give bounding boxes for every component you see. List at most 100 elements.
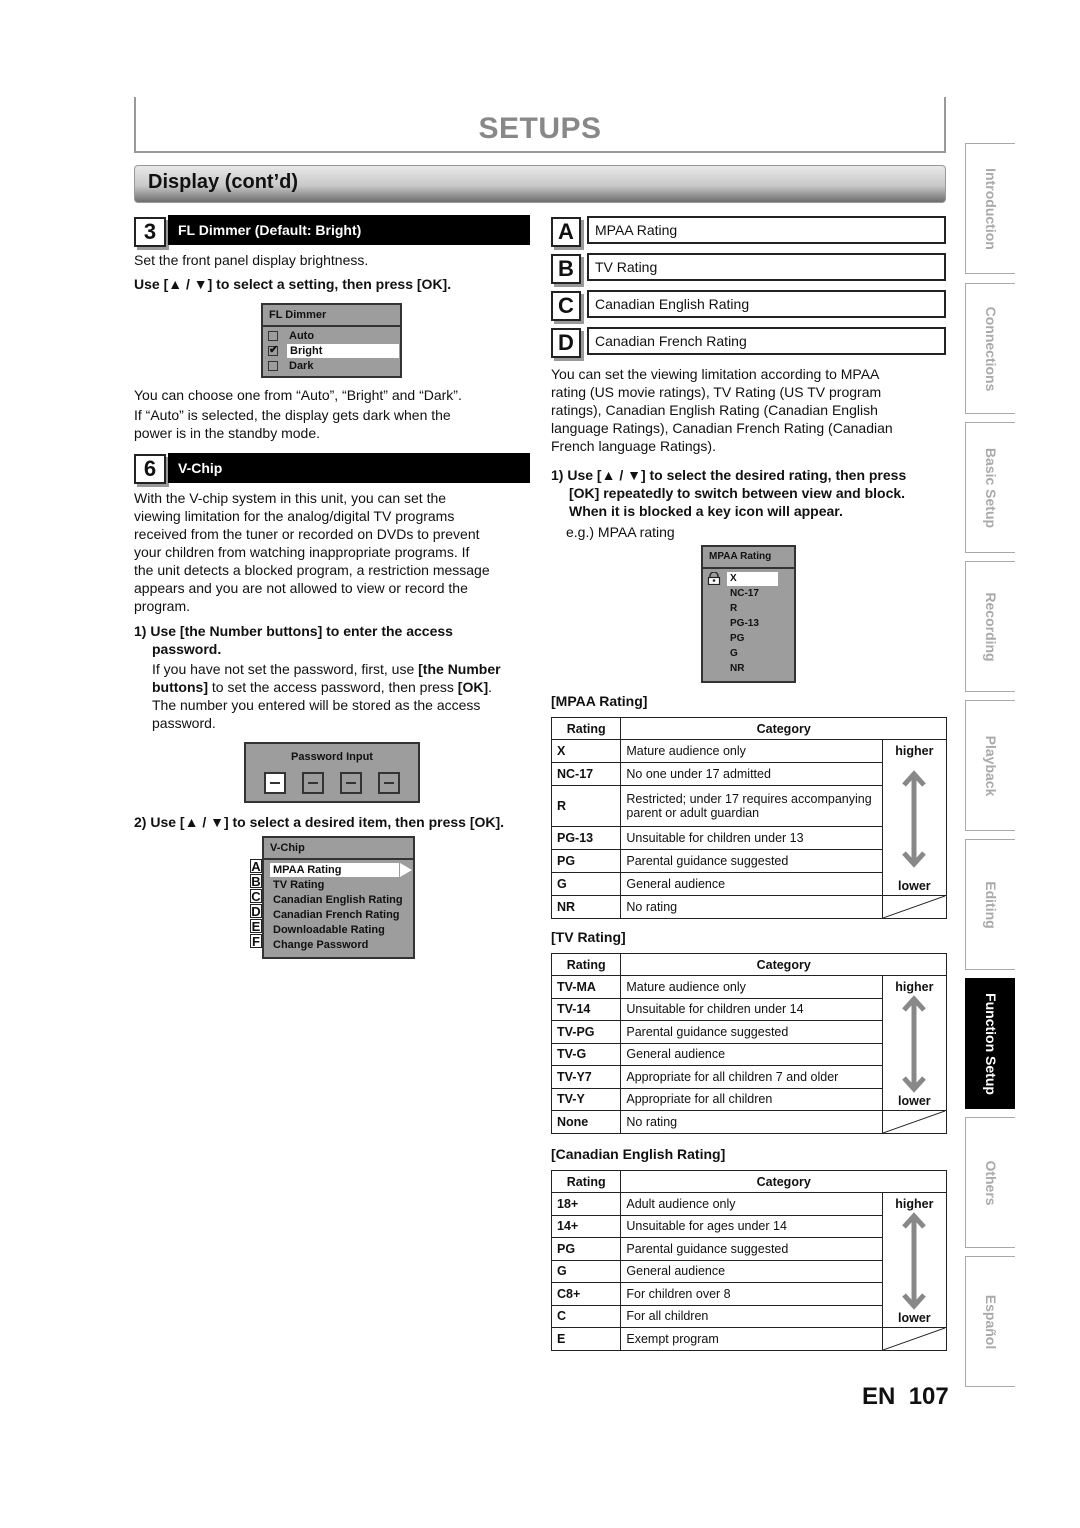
option-bright-selected[interactable]: Bright: [287, 344, 399, 358]
option-auto[interactable]: Auto: [289, 329, 314, 343]
rating-cell: E: [550, 1327, 622, 1351]
rating-cell: NR: [550, 895, 622, 919]
table-header-row: Rating Category: [550, 717, 947, 740]
mpaa-item-pg[interactable]: PG: [730, 632, 744, 646]
step-number-6: 6: [134, 454, 166, 484]
diagonal-line: [882, 896, 945, 918]
side-tab-playback[interactable]: Playback: [965, 700, 1015, 831]
category-cell: For children over 8: [620, 1282, 883, 1306]
diagonal-line: [882, 1111, 945, 1133]
substep-1-body-1: If you have not set the password, first,…: [152, 660, 501, 678]
v-chip-item-canadian-french[interactable]: Canadian French Rating: [273, 908, 400, 922]
lower-label: lower: [898, 1094, 931, 1108]
side-tab-editing[interactable]: Editing: [965, 839, 1015, 970]
side-tab-basic-setup[interactable]: Basic Setup: [965, 422, 1015, 553]
label-a-badge: A: [551, 217, 581, 247]
side-tab-label: Function Setup: [982, 992, 999, 1095]
category-cell: Mature audience only: [620, 975, 883, 999]
table-row: None No rating: [550, 1110, 948, 1134]
table-row: X Mature audience only higher lower: [550, 739, 948, 896]
side-tab-introduction[interactable]: Introduction: [965, 143, 1015, 274]
category-cell: Unsuitable for children under 14: [620, 997, 883, 1021]
side-tab-connections[interactable]: Connections: [965, 283, 1015, 414]
mpaa-item-x-selected[interactable]: X: [727, 572, 778, 586]
tv-rating-table: Rating Category TV-MA Mature audience only …: [550, 953, 948, 1134]
password-digit-1[interactable]: [264, 772, 286, 794]
lower-label: lower: [898, 1311, 931, 1325]
empty-diagonal-cell: [881, 895, 948, 919]
rating-cell: X: [550, 739, 622, 763]
option-dark[interactable]: Dark: [289, 359, 313, 373]
letter-c-marker: C: [250, 889, 262, 904]
header-category: Category: [620, 717, 947, 740]
tv-table-title: [TV Rating]: [551, 929, 626, 945]
fl-dimmer-note-2b: power is in the standby mode.: [134, 425, 320, 441]
category-cell: Restricted; under 17 requires accompanyi…: [620, 785, 883, 827]
side-tab-recording[interactable]: Recording: [965, 561, 1015, 692]
mpaa-table-title: [MPAA Rating]: [551, 693, 648, 709]
v-chip-item-tv[interactable]: TV Rating: [273, 878, 324, 892]
ranking-scale: higher lower: [881, 739, 948, 896]
letter-b-marker: B: [250, 874, 262, 889]
rating-cell: PG: [550, 849, 622, 873]
mpaa-item-nc17[interactable]: NC-17: [730, 587, 759, 601]
password-digit-2[interactable]: [302, 772, 324, 794]
side-tab-others[interactable]: Others: [965, 1117, 1015, 1248]
v-chip-body-6: appears and you are not allowed to view …: [134, 580, 468, 596]
mpaa-rating-table: Rating Category X Mature audience only high…: [550, 717, 948, 919]
checkbox-dark[interactable]: [268, 361, 278, 371]
password-digit-3[interactable]: [340, 772, 362, 794]
v-chip-item-change-password[interactable]: Change Password: [273, 938, 368, 952]
v-chip-body-3: received from the tuner or recorded on D…: [134, 526, 480, 542]
rating-cell: C: [550, 1304, 622, 1328]
right-step-1-line-3: When it is blocked a key icon will appea…: [569, 503, 843, 519]
substep-1-body-3: The number you entered will be stored as…: [152, 697, 481, 713]
higher-label: higher: [895, 1197, 934, 1211]
mpaa-item-g[interactable]: G: [730, 647, 738, 661]
rating-cell: TV-PG: [550, 1020, 622, 1044]
canadian-english-rating-table: Rating Category 18+ Adult audience only hig…: [550, 1170, 948, 1351]
v-chip-item-canadian-english[interactable]: Canadian English Rating: [273, 893, 403, 907]
letter-f-marker: F: [250, 934, 262, 949]
rating-cell: None: [550, 1110, 622, 1134]
v-chip-item-mpaa-selected[interactable]: MPAA Rating: [270, 863, 399, 877]
label-a-mpaa-rating: MPAA Rating: [587, 216, 946, 244]
fl-dimmer-menu-title: FL Dimmer: [263, 305, 400, 327]
rating-cell: PG-13: [550, 826, 622, 850]
category-cell: Exempt program: [620, 1327, 883, 1351]
higher-label: higher: [895, 744, 934, 758]
mpaa-item-pg13[interactable]: PG-13: [730, 617, 759, 631]
rating-cell: NC-17: [550, 762, 622, 786]
side-tab-label: Playback: [982, 735, 999, 796]
page-number-value: 107: [908, 1383, 949, 1410]
password-digit-4[interactable]: [378, 772, 400, 794]
right-body-4: language Ratings), Canadian French Ratin…: [551, 420, 893, 436]
category-cell: Appropriate for all children: [620, 1087, 883, 1111]
mpaa-item-nr[interactable]: NR: [730, 662, 744, 676]
table-row: TV-MA Mature audience only higher lower: [550, 975, 948, 1111]
checkbox-bright-checked[interactable]: ✔: [268, 344, 278, 356]
arrow-right-icon: [400, 863, 412, 877]
mpaa-item-r[interactable]: R: [730, 602, 737, 616]
label-c-badge: C: [551, 291, 581, 321]
category-cell: Parental guidance suggested: [620, 1020, 883, 1044]
rating-cell: G: [550, 872, 622, 896]
letter-d-marker: D: [250, 904, 262, 919]
category-cell: Unsuitable for children under 13: [620, 826, 883, 850]
diagonal-line: [882, 1328, 945, 1350]
checkbox-auto[interactable]: [268, 331, 278, 341]
side-tab-label: Others: [982, 1159, 999, 1206]
header-rating: Rating: [550, 953, 622, 976]
v-chip-item-downloadable[interactable]: Downloadable Rating: [273, 923, 385, 937]
side-tab-label: Español: [982, 1294, 999, 1349]
ranking-scale: higher lower: [881, 975, 948, 1111]
category-cell: No rating: [620, 895, 883, 919]
mpaa-menu-title: MPAA Rating: [703, 547, 794, 569]
double-arrow-icon: [902, 1212, 927, 1310]
v-chip-body-5: the unit detects a blocked program, a re…: [134, 562, 490, 578]
chapter-title: SETUPS: [478, 112, 602, 145]
side-tab-function-setup[interactable]: Function Setup: [965, 978, 1015, 1109]
section-title: Display (cont’d): [148, 171, 299, 193]
side-tab-label: Introduction: [982, 167, 999, 250]
side-tab-espa-ol[interactable]: Español: [965, 1256, 1015, 1387]
